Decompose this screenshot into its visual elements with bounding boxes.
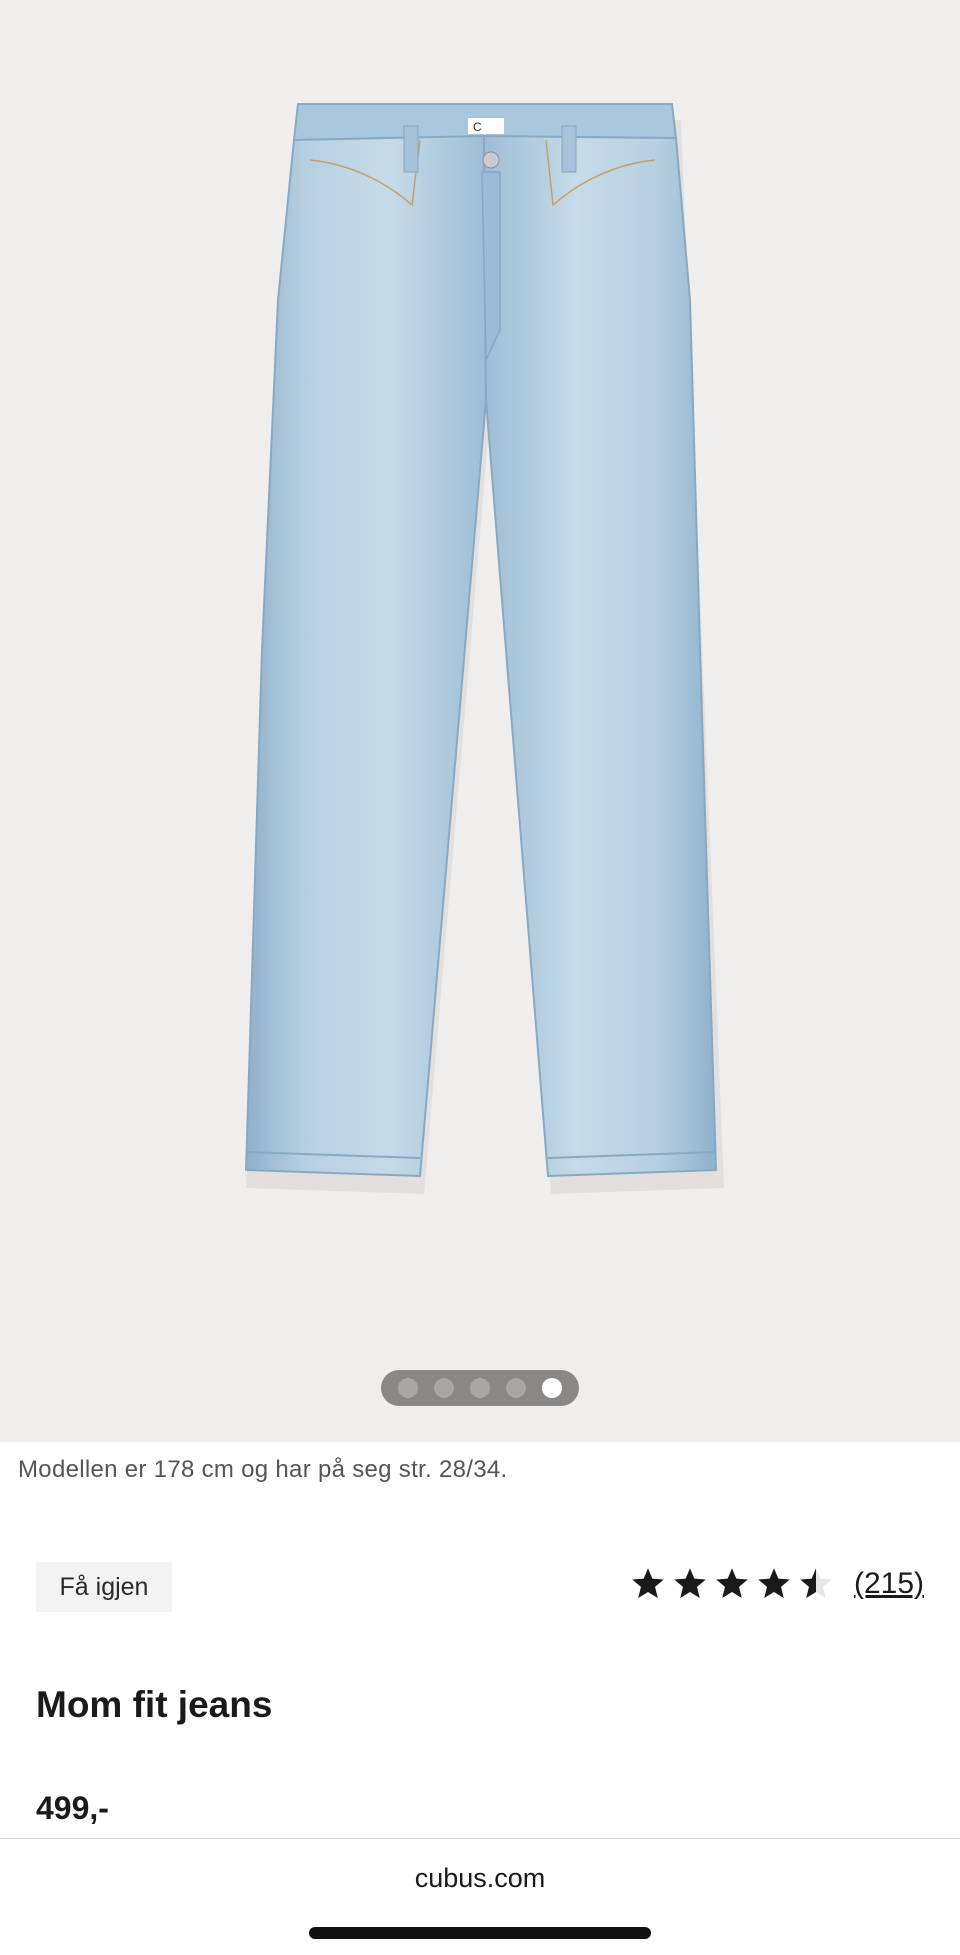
home-indicator — [309, 1927, 651, 1939]
star-icon — [674, 1568, 706, 1598]
product-price: 499,- — [36, 1790, 109, 1826]
pagination-dot[interactable] — [434, 1378, 454, 1398]
carousel-pagination[interactable] — [381, 1370, 579, 1406]
review-count-link[interactable]: (215) — [854, 1567, 924, 1601]
rating-stars — [630, 1566, 834, 1602]
star-icon — [632, 1568, 664, 1598]
pagination-dot-active[interactable] — [542, 1378, 562, 1398]
star-icon — [716, 1568, 748, 1598]
product-rating[interactable]: (215) — [630, 1566, 924, 1602]
pagination-dot[interactable] — [506, 1378, 526, 1398]
browser-url-domain[interactable]: cubus.com — [0, 1863, 960, 1894]
model-size-note: Modellen er 178 cm og har på seg str. 28… — [18, 1456, 508, 1483]
product-image-gallery[interactable]: C — [0, 0, 960, 1442]
star-icon — [758, 1568, 790, 1598]
browser-bottom-bar: cubus.com — [0, 1838, 960, 1955]
star-icon — [800, 1568, 832, 1598]
product-image[interactable]: C — [0, 0, 960, 1442]
pagination-dot[interactable] — [470, 1378, 490, 1398]
svg-text:C: C — [473, 120, 482, 134]
pagination-dot[interactable] — [398, 1378, 418, 1398]
fa-igjen-badge: Få igjen — [36, 1562, 172, 1612]
product-title: Mom fit jeans — [36, 1684, 273, 1725]
